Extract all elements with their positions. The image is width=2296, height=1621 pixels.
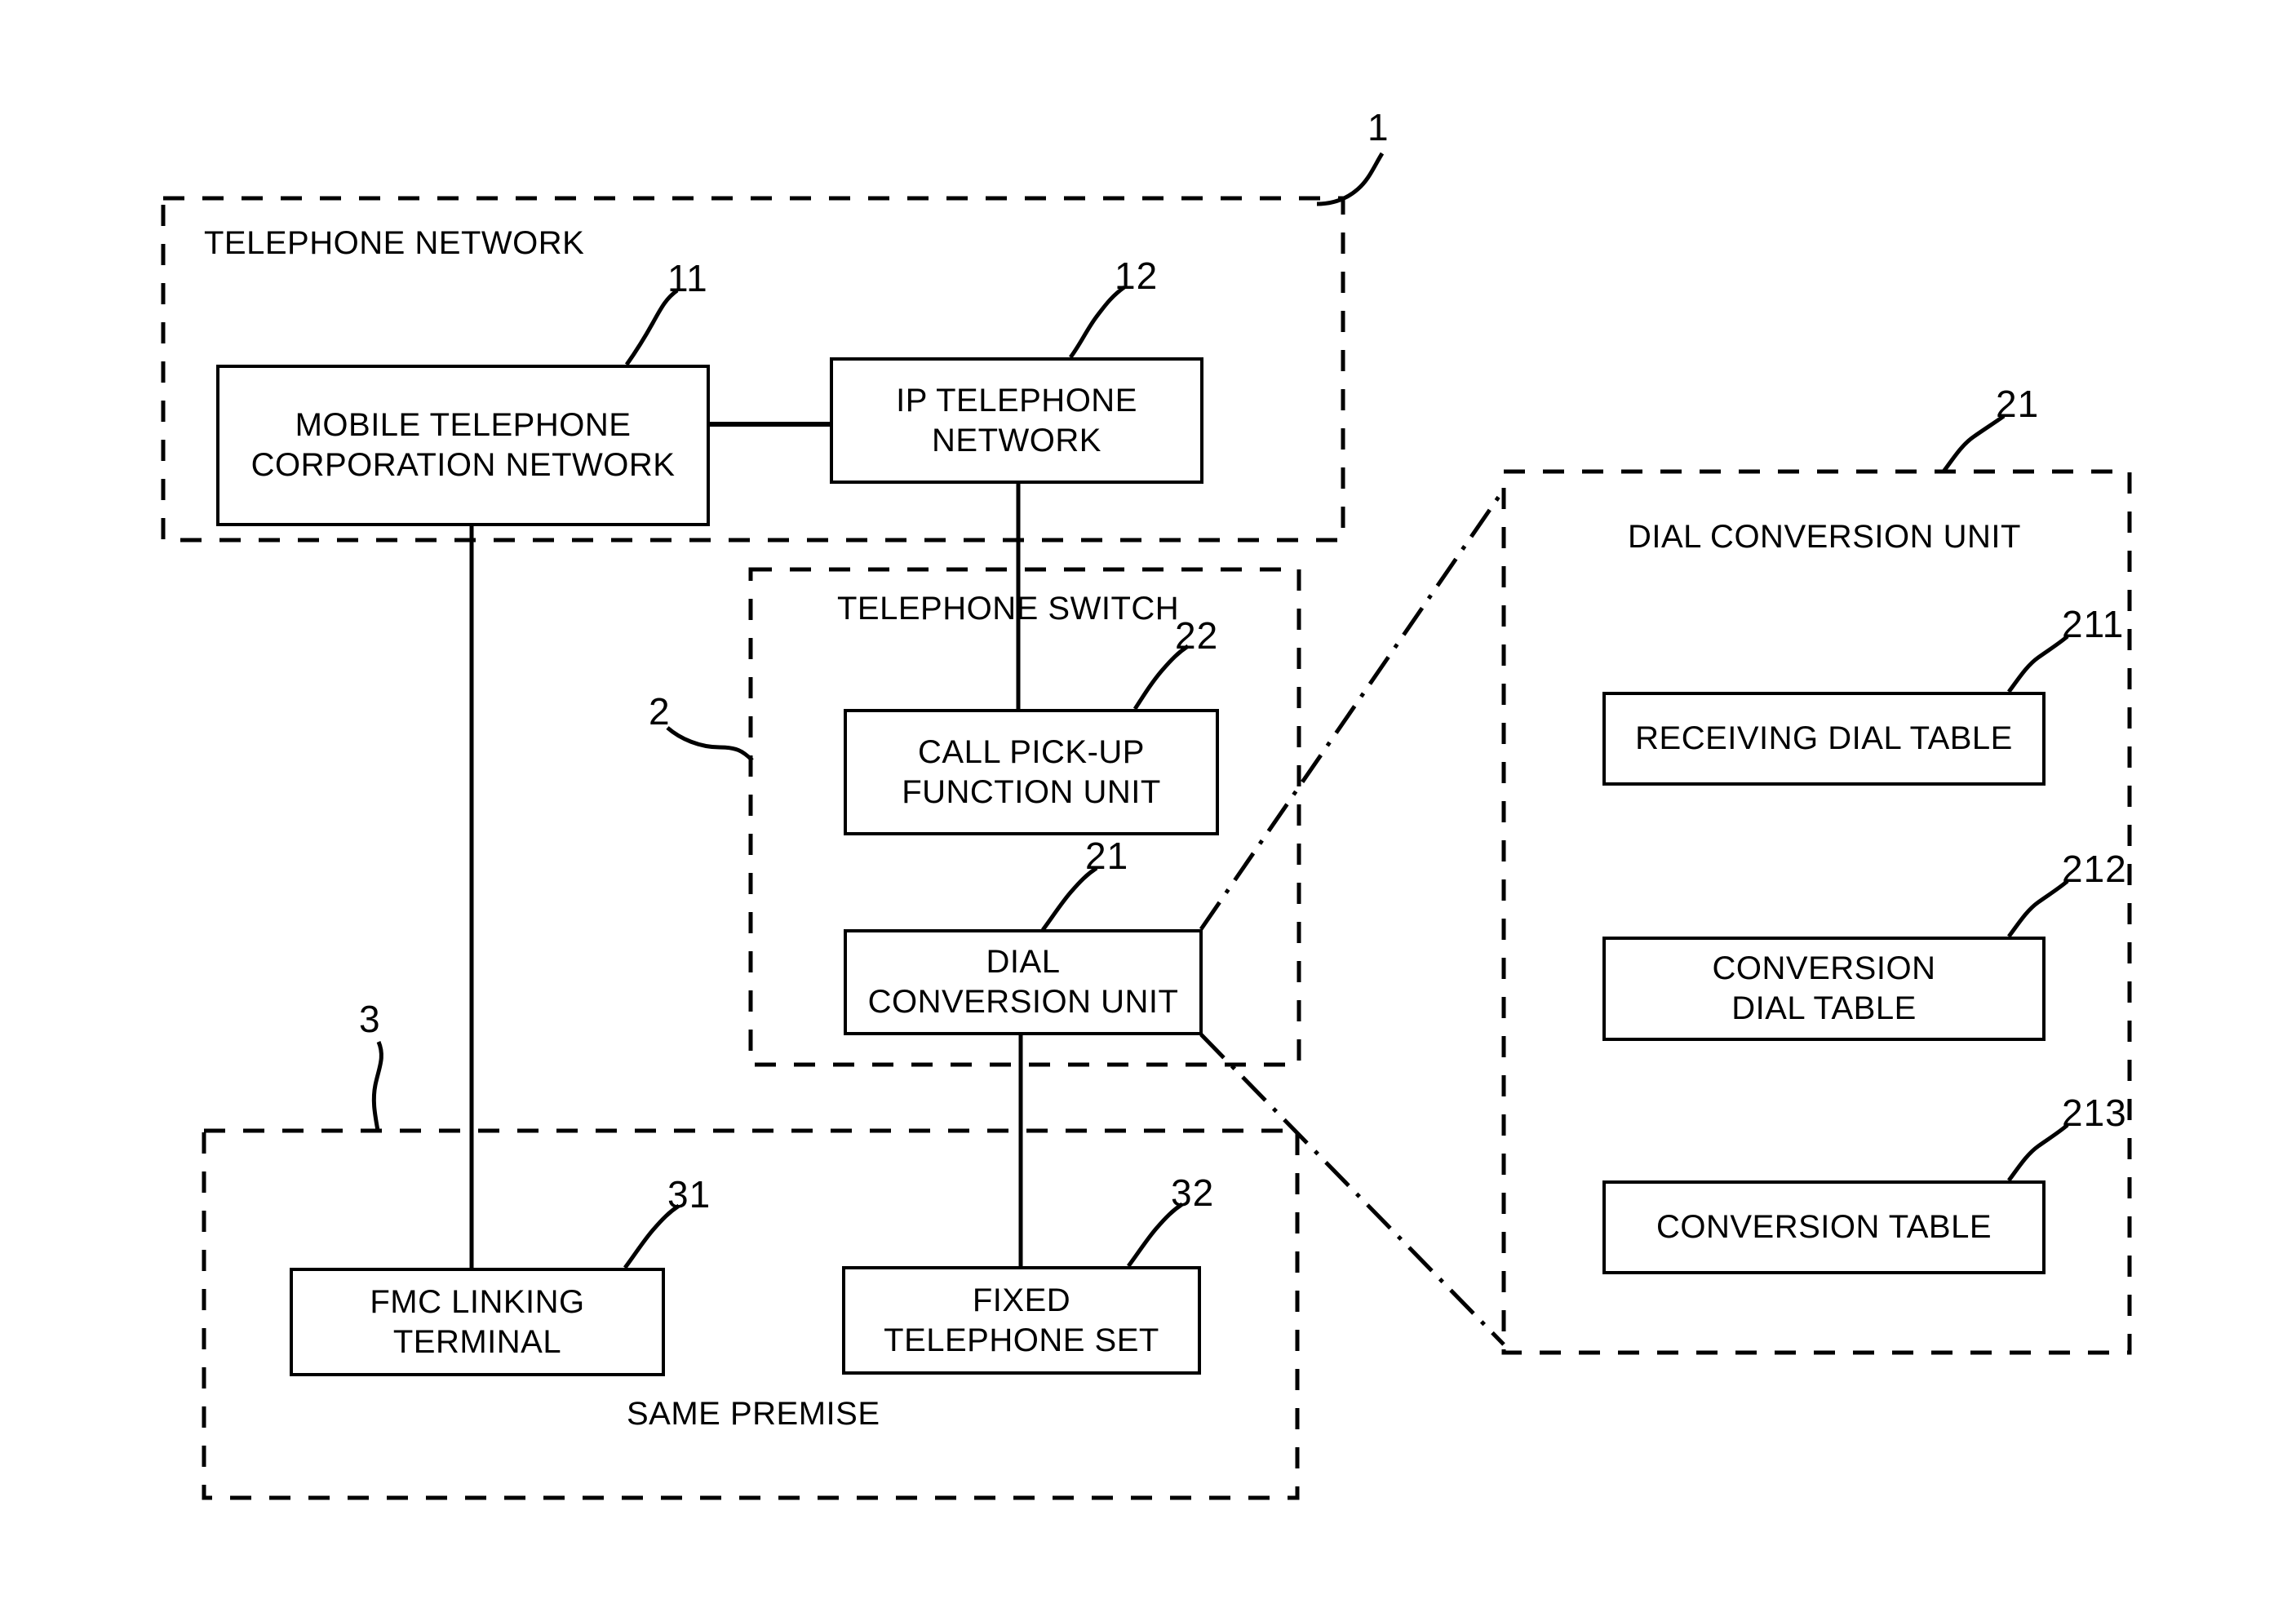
leader-ref-21-panel [1941,414,2006,473]
block-fixed-telephone-set[interactable]: FIXED TELEPHONE SET [842,1266,1201,1375]
ref-numeral-32: 32 [1171,1171,1215,1214]
ref-numeral-211: 211 [2062,603,2125,645]
block-label-conversion-table: CONVERSION TABLE [1656,1209,1992,1246]
block-mobile-telephone-corporation-network[interactable]: MOBILE TELEPHONE CORPORATION NETWORK [216,365,710,526]
leader-ref-211 [2006,635,2069,693]
ref-numeral-21-switch: 21 [1085,835,1129,877]
block-fmc-linking-terminal[interactable]: FMC LINKING TERMINAL [290,1268,665,1376]
block-label-dial-conversion-unit: DIAL CONVERSION UNIT [867,944,1179,1020]
block-ip-telephone-network[interactable]: IP TELEPHONE NETWORK [830,357,1203,484]
leader-ref-3 [371,1041,383,1132]
expansion-line-upper [1199,488,1506,931]
ref-numeral-213: 213 [2062,1092,2127,1134]
telephone-network-caption: TELEPHONE NETWORK [204,225,585,261]
block-label-conversion-dial-table: CONVERSION DIAL TABLE [1712,950,1936,1026]
ref-numeral-22: 22 [1175,614,1219,657]
block-label-call-pick-up-function-unit: CALL PICK-UP FUNCTION UNIT [902,733,1161,810]
leader-ref-1 [1316,152,1385,206]
patent-figure: TELEPHONE NETWORK TELEPHONE SWITCH SAME … [0,0,2296,1621]
block-receiving-dial-table[interactable]: RECEIVING DIAL TABLE [1602,692,2046,786]
expansion-line-lower [1199,1033,1505,1346]
block-label-mobile-telephone-corporation-network: MOBILE TELEPHONE CORPORATION NETWORK [250,407,676,483]
block-conversion-table[interactable]: CONVERSION TABLE [1602,1180,2046,1274]
ref-numeral-11: 11 [667,257,708,299]
same-premise-caption: SAME PREMISE [627,1396,880,1432]
ref-numeral-31: 31 [667,1173,711,1216]
ref-numeral-3: 3 [359,998,381,1040]
ref-numeral-2: 2 [649,690,671,733]
block-conversion-dial-table[interactable]: CONVERSION DIAL TABLE [1602,937,2046,1041]
dial-conversion-unit-panel-caption: DIAL CONVERSION UNIT [1628,519,2021,555]
leader-ref-212 [2006,879,2069,938]
telephone-switch-caption: TELEPHONE SWITCH [837,591,1180,627]
ref-numeral-21-panel: 21 [1996,383,2040,425]
block-label-ip-telephone-network: IP TELEPHONE NETWORK [896,382,1137,458]
block-call-pick-up-function-unit[interactable]: CALL PICK-UP FUNCTION UNIT [844,709,1219,835]
block-label-fmc-linking-terminal: FMC LINKING TERMINAL [370,1283,585,1360]
leader-ref-2 [666,726,754,762]
leader-ref-213 [2006,1123,2069,1182]
ref-numeral-1: 1 [1367,106,1390,148]
block-label-receiving-dial-table: RECEIVING DIAL TABLE [1635,720,2013,757]
block-label-fixed-telephone-set: FIXED TELEPHONE SET [884,1282,1159,1358]
block-dial-conversion-unit[interactable]: DIAL CONVERSION UNIT [844,929,1203,1035]
ref-numeral-12: 12 [1115,255,1159,297]
leader-ref-11 [624,288,679,366]
ref-numeral-212: 212 [2062,848,2127,890]
